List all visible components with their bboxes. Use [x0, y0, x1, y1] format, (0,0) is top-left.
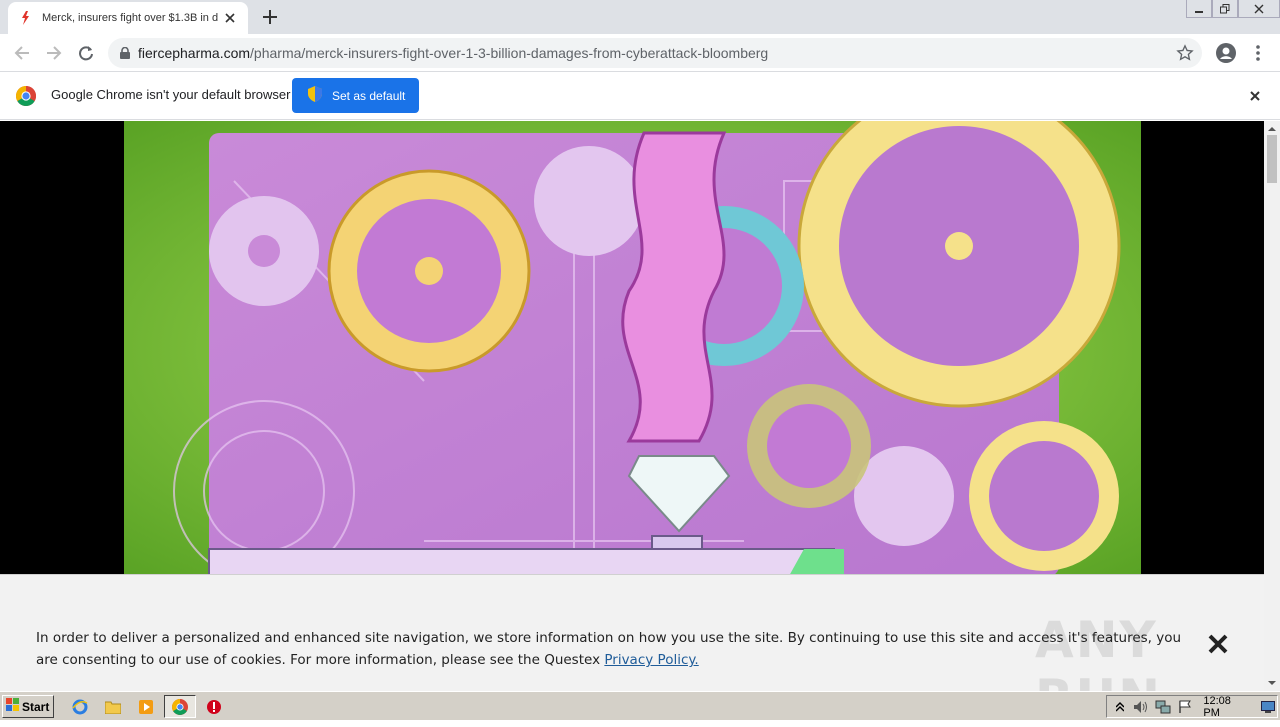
video-frame[interactable] — [124, 121, 1141, 576]
show-desktop-icon[interactable] — [1259, 699, 1277, 715]
tab-title: Merck, insurers fight over $1.3B in d — [42, 12, 219, 24]
lock-icon — [120, 44, 130, 63]
close-tab-icon[interactable] — [222, 10, 238, 26]
stop-sign-icon[interactable] — [204, 697, 224, 717]
minimize-button[interactable] — [1186, 0, 1212, 18]
bookmark-star-icon[interactable] — [1176, 44, 1194, 66]
cookie-banner: ANY RUN In order to deliver a personaliz… — [0, 574, 1264, 727]
close-cookie-banner-icon[interactable] — [1205, 631, 1231, 657]
volume-icon[interactable] — [1133, 699, 1151, 715]
url-host: fiercepharma.com — [138, 45, 251, 61]
set-as-default-label: Set as default — [332, 88, 406, 103]
fiercepharma-icon — [18, 11, 32, 25]
window-controls — [1186, 0, 1280, 18]
gear-yellow-left — [327, 169, 531, 373]
scroll-up-arrow-icon[interactable] — [1268, 125, 1276, 133]
forward-button[interactable] — [42, 41, 66, 65]
start-button[interactable]: Start — [2, 695, 54, 718]
show-hidden-icons-icon[interactable] — [1111, 699, 1129, 715]
close-infobar-icon[interactable] — [1246, 87, 1264, 105]
chrome-logo-icon — [16, 86, 36, 106]
browser-tab[interactable]: Merck, insurers fight over $1.3B in d — [8, 2, 248, 34]
start-label: Start — [22, 699, 50, 714]
windows-logo-icon — [6, 698, 20, 715]
media-player-icon[interactable] — [136, 697, 156, 717]
set-as-default-button[interactable]: Set as default — [292, 78, 419, 113]
tab-strip: Merck, insurers fight over $1.3B in d — [0, 0, 1280, 34]
privacy-policy-link[interactable]: Privacy Policy. — [604, 652, 698, 668]
internet-explorer-icon[interactable] — [70, 697, 90, 717]
shield-icon — [308, 86, 322, 105]
url-text: fiercepharma.com/pharma/merck-insurers-f… — [138, 45, 768, 61]
address-bar[interactable]: fiercepharma.com/pharma/merck-insurers-f… — [108, 38, 1202, 68]
kebab-menu-icon[interactable] — [1248, 41, 1268, 65]
scroll-thumb[interactable] — [1267, 135, 1277, 183]
page-scrollbar[interactable] — [1264, 121, 1280, 691]
scroll-down-arrow-icon[interactable] — [1268, 679, 1276, 687]
clock: 12:08 PM — [1203, 694, 1231, 719]
network-icon[interactable] — [1154, 699, 1172, 715]
url-path: /pharma/merck-insurers-fight-over-1-3-bi… — [250, 45, 769, 61]
cookie-message: In order to deliver a personalized and e… — [36, 627, 1186, 671]
close-window-button[interactable] — [1238, 0, 1280, 18]
infobar-message: Google Chrome isn't your default browser — [51, 87, 291, 102]
back-button[interactable] — [10, 41, 34, 65]
restore-button[interactable] — [1212, 0, 1238, 18]
chrome-icon — [170, 697, 190, 717]
reload-button[interactable] — [74, 41, 98, 65]
system-tray: 12:08 PM — [1106, 694, 1278, 719]
browser-toolbar: fiercepharma.com/pharma/merck-insurers-f… — [0, 34, 1280, 72]
profile-avatar-icon[interactable] — [1214, 41, 1238, 65]
windows-taskbar: Start 12:08 PM — [0, 691, 1280, 720]
new-tab-button[interactable] — [258, 5, 282, 29]
default-browser-infobar: Google Chrome isn't your default browser… — [0, 72, 1280, 120]
flag-icon[interactable] — [1176, 699, 1194, 715]
folder-icon[interactable] — [103, 697, 123, 717]
